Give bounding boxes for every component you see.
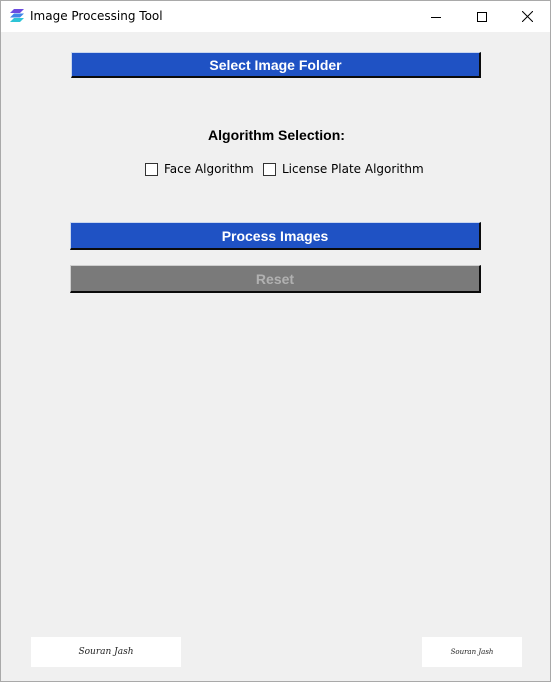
reset-button: Reset — [70, 265, 481, 293]
close-button[interactable] — [504, 1, 550, 32]
face-algorithm-option[interactable]: Face Algorithm — [145, 161, 254, 177]
face-algorithm-checkbox[interactable] — [145, 162, 158, 176]
signature-right-text: Souran Jash — [450, 648, 494, 656]
license-plate-algorithm-checkbox[interactable] — [263, 162, 276, 176]
face-algorithm-label: Face Algorithm — [164, 162, 254, 176]
close-icon — [521, 11, 533, 22]
stacked-layers-icon — [9, 8, 25, 24]
license-plate-algorithm-option[interactable]: License Plate Algorithm — [263, 161, 424, 177]
license-plate-algorithm-label: License Plate Algorithm — [282, 162, 424, 176]
algorithm-selection-heading: Algorithm Selection: — [208, 127, 345, 143]
minimize-icon — [431, 12, 441, 22]
minimize-button[interactable] — [413, 1, 459, 32]
signature-right: Souran Jash — [422, 637, 522, 667]
app-window: Image Processing Tool Select Image Folde… — [0, 0, 551, 682]
select-image-folder-button[interactable]: Select Image Folder — [71, 52, 481, 78]
window-title: Image Processing Tool — [30, 9, 163, 23]
maximize-icon — [477, 11, 487, 22]
signature-left-text: Souran Jash — [78, 647, 134, 657]
maximize-button[interactable] — [459, 1, 505, 32]
signature-left: Souran Jash — [31, 637, 181, 667]
process-images-button[interactable]: Process Images — [70, 222, 481, 250]
title-bar[interactable]: Image Processing Tool — [1, 1, 550, 32]
